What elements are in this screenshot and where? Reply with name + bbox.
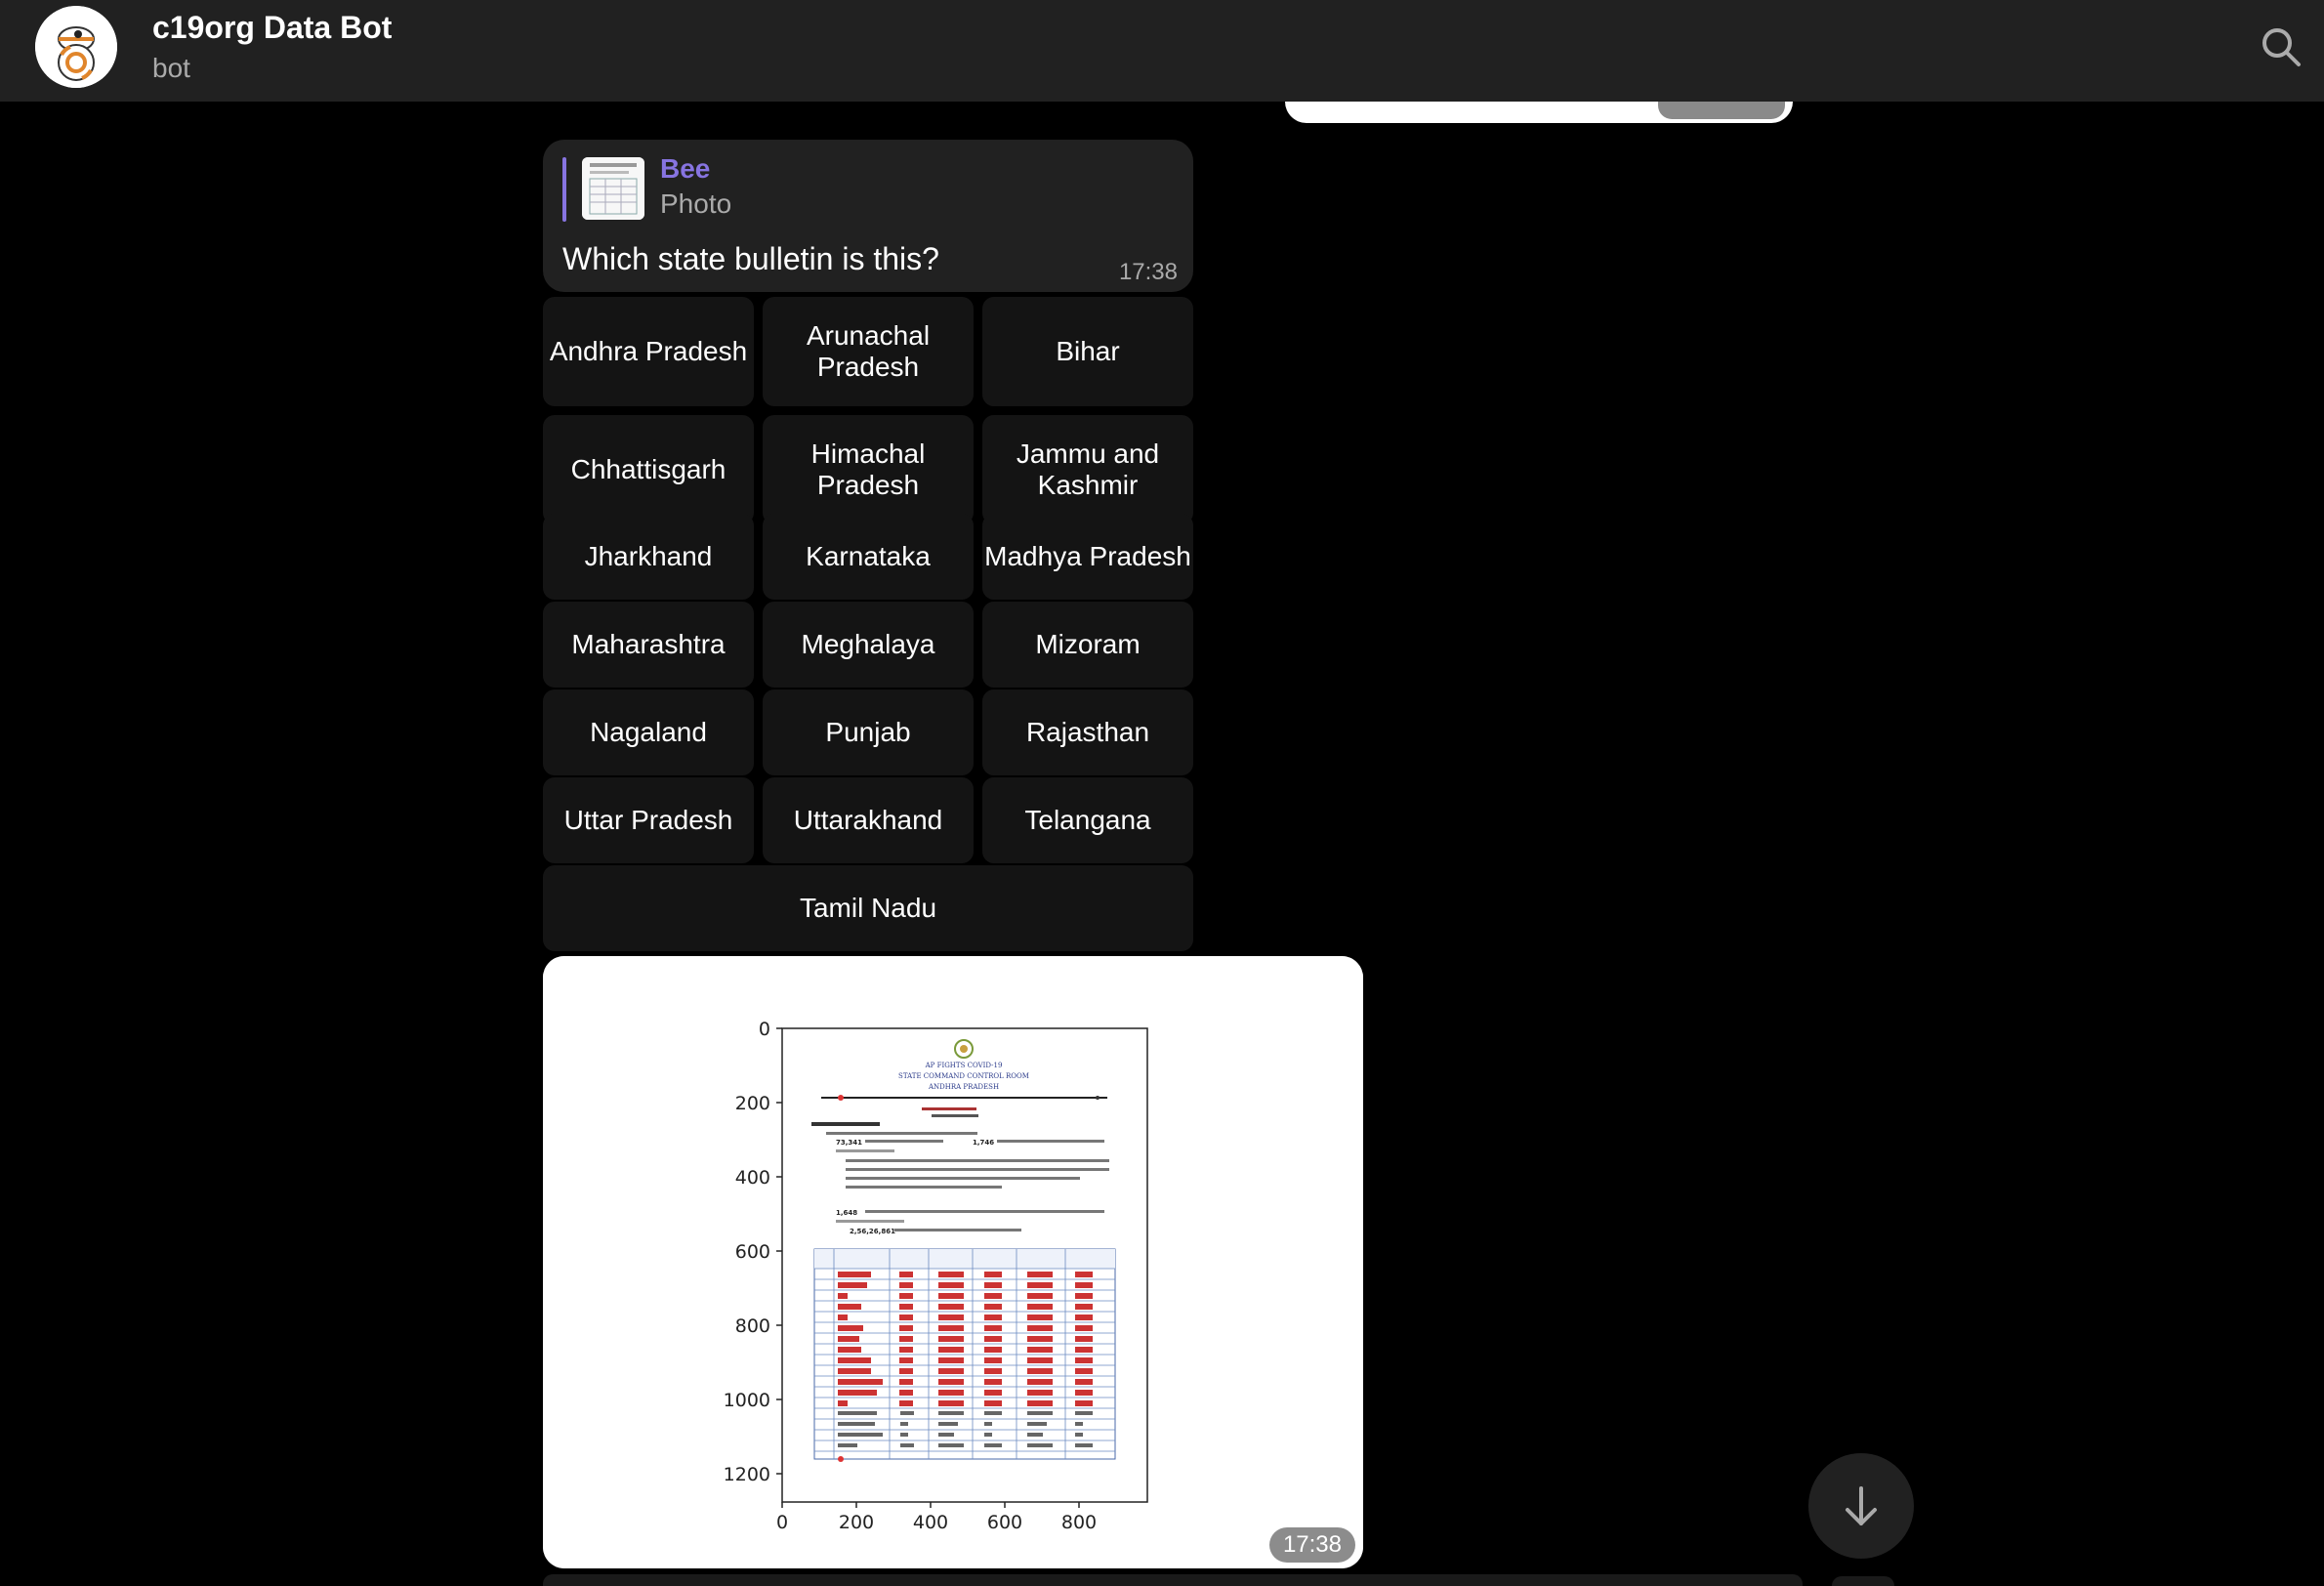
doc-figure: 73,341 bbox=[836, 1139, 862, 1147]
keyboard-button-arunachal-pradesh[interactable]: Arunachal Pradesh bbox=[763, 297, 974, 406]
keyboard-button-jammu-and-kashmir[interactable]: Jammu and Kashmir bbox=[982, 415, 1193, 524]
keyboard-button-bihar[interactable]: Bihar bbox=[982, 297, 1193, 406]
doc-line: AP FIGHTS COVID-19 bbox=[925, 1062, 1003, 1069]
keyboard-button-himachal-pradesh[interactable]: Himachal Pradesh bbox=[763, 415, 974, 524]
keyboard-button-karnataka[interactable]: Karnataka bbox=[763, 514, 974, 600]
y-tick: 800 bbox=[735, 1315, 770, 1337]
photo-message-time: 17:38 bbox=[1268, 1527, 1355, 1563]
chat-header: c19org Data Bot bot bbox=[0, 0, 2324, 102]
message-bubble: Bee Photo Which state bulletin is this? … bbox=[543, 140, 1193, 292]
chat-title: c19org Data Bot bbox=[152, 10, 393, 45]
keyboard-button-uttarakhand[interactable]: Uttarakhand bbox=[763, 777, 974, 863]
keyboard-button-andhra-pradesh[interactable]: Andhra Pradesh bbox=[543, 297, 754, 406]
keyboard-button-punjab[interactable]: Punjab bbox=[763, 689, 974, 775]
keyboard-button-label: Jammu and Kashmir bbox=[1016, 438, 1160, 500]
keyboard-button-jharkhand[interactable]: Jharkhand bbox=[543, 514, 754, 600]
keyboard-button-chhattisgarh[interactable]: Chhattisgarh bbox=[543, 415, 754, 524]
y-tick: 600 bbox=[735, 1241, 770, 1263]
previous-message-meta bbox=[1658, 102, 1785, 119]
keyboard-button-label: Arunachal Pradesh bbox=[806, 320, 931, 382]
doc-line: STATE COMMAND CONTROL ROOM bbox=[898, 1072, 1029, 1080]
doc-figure: 1,746 bbox=[973, 1139, 994, 1147]
doc-figure: 1,648 bbox=[836, 1209, 857, 1217]
y-tick: 400 bbox=[735, 1167, 770, 1189]
message-time: 17:38 bbox=[1118, 259, 1178, 285]
keyboard-button-telangana[interactable]: Telangana bbox=[982, 777, 1193, 863]
x-tick: 400 bbox=[913, 1512, 948, 1533]
keyboard-button-label: Himachal Pradesh bbox=[810, 438, 926, 500]
doc-figure: 2,56,26,861 bbox=[850, 1228, 895, 1235]
keyboard-button-maharashtra[interactable]: Maharashtra bbox=[543, 602, 754, 688]
y-tick: 1000 bbox=[724, 1390, 770, 1411]
keyboard-button-tamil-nadu[interactable]: Tamil Nadu bbox=[543, 865, 1193, 951]
scroll-down-button[interactable] bbox=[1808, 1453, 1914, 1559]
bot-avatar[interactable] bbox=[35, 6, 117, 88]
keyboard-button-uttar-pradesh[interactable]: Uttar Pradesh bbox=[543, 777, 754, 863]
keyboard-button-mizoram[interactable]: Mizoram bbox=[982, 602, 1193, 688]
x-tick: 800 bbox=[1061, 1512, 1097, 1533]
keyboard-button-rajasthan[interactable]: Rajasthan bbox=[982, 689, 1193, 775]
bb8-robot-icon bbox=[35, 6, 117, 88]
search-icon[interactable] bbox=[2258, 23, 2304, 70]
reply-photo-thumbnail[interactable] bbox=[582, 157, 644, 220]
doc-line: ANDHRA PRADESH bbox=[928, 1083, 999, 1091]
message-text: Which state bulletin is this? bbox=[562, 241, 939, 276]
x-tick: 200 bbox=[839, 1512, 874, 1533]
thumbnail-preview bbox=[582, 157, 644, 220]
reply-sender-name: Bee bbox=[660, 153, 711, 184]
photo-message[interactable]: 0 200 400 600 800 1000 1200 0 200 400 60… bbox=[543, 956, 1363, 1568]
keyboard-button-nagaland[interactable]: Nagaland bbox=[543, 689, 754, 775]
keyboard-button-madhya-pradesh[interactable]: Madhya Pradesh bbox=[982, 514, 1193, 600]
keyboard-button-meghalaya[interactable]: Meghalaya bbox=[763, 602, 974, 688]
bulletin-plot-image: 0 200 400 600 800 1000 1200 0 200 400 60… bbox=[543, 956, 1363, 1568]
chat-subtitle: bot bbox=[152, 53, 190, 83]
y-tick: 200 bbox=[735, 1093, 770, 1114]
x-tick: 600 bbox=[987, 1512, 1022, 1533]
previous-message-bubble bbox=[1285, 102, 1793, 123]
y-tick: 0 bbox=[759, 1019, 770, 1040]
next-button-edge bbox=[1832, 1576, 1894, 1586]
x-tick: 0 bbox=[776, 1512, 788, 1533]
arrow-down-icon bbox=[1846, 1486, 1877, 1525]
y-tick: 1200 bbox=[724, 1464, 770, 1485]
next-message-edge bbox=[543, 1574, 1803, 1586]
reply-content-type: Photo bbox=[660, 188, 732, 219]
reply-accent-bar bbox=[562, 157, 566, 222]
